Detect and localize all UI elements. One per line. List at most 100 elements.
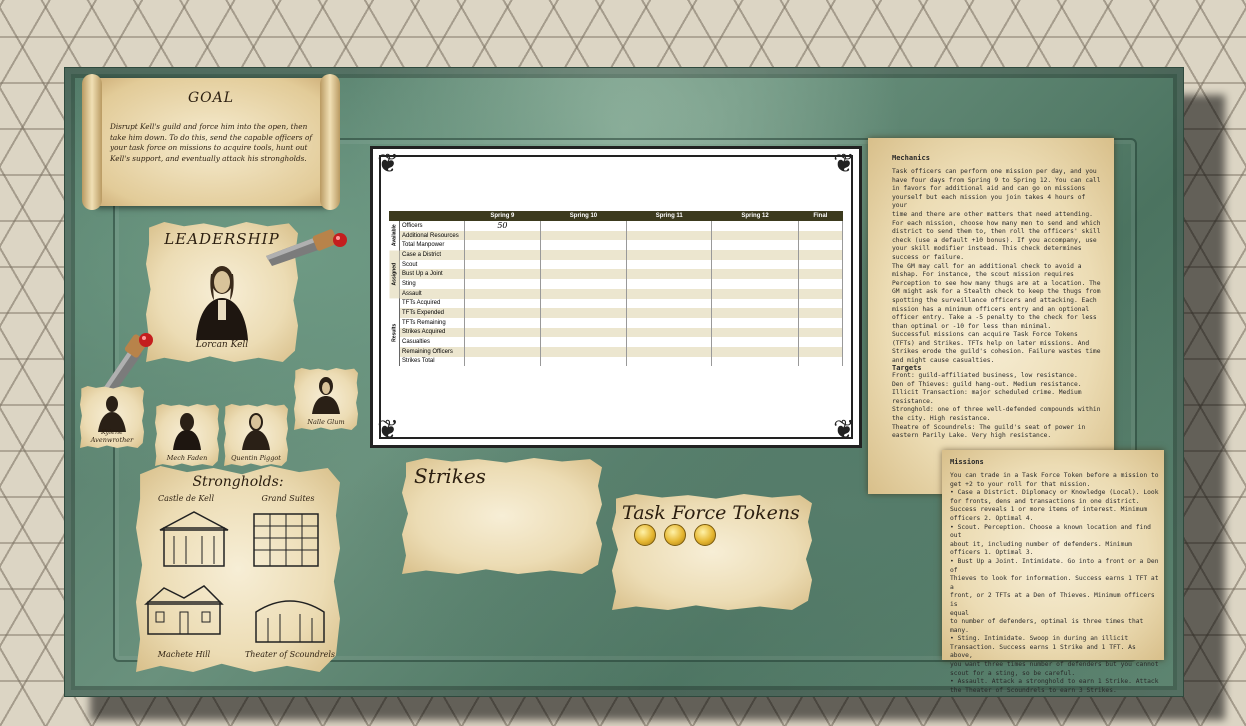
mechanics-sheet[interactable]: Mechanics Task officers can perform one … [868, 138, 1114, 494]
lieutenant-card-4[interactable]: Nalle Glum [294, 368, 358, 430]
tracker-cell[interactable] [464, 279, 541, 289]
tracker-cell[interactable] [798, 308, 844, 318]
tracker-cell[interactable] [798, 250, 844, 260]
tracker-cell[interactable] [711, 279, 799, 289]
tracker-cell[interactable] [798, 221, 844, 231]
tracker-cell[interactable] [540, 230, 628, 241]
grand-suites-building-icon[interactable] [246, 508, 326, 568]
tracker-cell[interactable] [540, 327, 628, 338]
tracker-cell[interactable] [711, 221, 799, 231]
tracker-cell[interactable] [540, 279, 628, 289]
tracker-cell[interactable] [626, 346, 713, 357]
strongholds-card[interactable]: Strongholds: Castle de Kell Grand Suites… [136, 466, 340, 672]
tracker-cell[interactable] [798, 259, 844, 270]
tracker-cell[interactable] [540, 269, 628, 280]
tracker-cell[interactable] [711, 240, 799, 251]
tracker-cell[interactable] [464, 269, 541, 280]
task-force-token-icon[interactable] [694, 524, 716, 546]
machete-hill-building-icon[interactable] [144, 578, 224, 638]
tracker-cell[interactable] [626, 327, 713, 338]
tracker-cell[interactable] [626, 356, 713, 367]
task-force-token-icon[interactable] [634, 524, 656, 546]
targets-title: Targets [892, 364, 922, 372]
tracker-cell[interactable] [711, 327, 799, 338]
tracker-header-row: Spring 9 Spring 10 Spring 11 Spring 12 F… [389, 211, 843, 221]
task-force-token-icon[interactable] [664, 524, 686, 546]
strikes-card[interactable]: Strikes [402, 458, 602, 574]
tracker-cell[interactable] [464, 356, 541, 367]
tracker-cell[interactable] [626, 240, 713, 251]
tracker-cell[interactable] [540, 288, 628, 299]
tracker-cell[interactable] [798, 327, 844, 338]
tracker-cell[interactable] [540, 250, 628, 260]
tracker-cell[interactable] [464, 288, 541, 299]
tracker-cell[interactable] [798, 269, 844, 280]
strongholds-title: Strongholds: [192, 474, 284, 490]
tracker-cell[interactable] [540, 298, 628, 309]
row-label: Additional Resources [399, 230, 465, 241]
tracker-cell[interactable] [464, 240, 541, 251]
tracker-cell[interactable] [540, 356, 628, 367]
tracker-cell[interactable] [540, 308, 628, 318]
goal-scroll[interactable]: GOAL Disrupt Kell's guild and force him … [80, 70, 342, 210]
tracker-cell[interactable] [798, 240, 844, 251]
tracker-cell[interactable] [798, 346, 844, 357]
missions-sheet[interactable]: Missions You can trade in a Task Force T… [942, 450, 1164, 694]
tracker-cell[interactable] [711, 259, 799, 270]
tracker-cell[interactable] [626, 308, 713, 318]
tracker-cell[interactable]: 50 [464, 221, 541, 231]
tracker-cell[interactable] [464, 337, 541, 347]
tracker-row: Assault [389, 288, 844, 299]
tracker-cell[interactable] [626, 288, 713, 299]
tracker-cell[interactable] [711, 230, 799, 241]
tracker-cell[interactable] [626, 337, 713, 347]
tracker-cell[interactable] [711, 288, 799, 299]
tracker-cell[interactable] [626, 317, 713, 328]
row-label: Assault [399, 288, 465, 299]
tracker-cell[interactable] [464, 327, 541, 338]
lieutenant-name: Nalle Glum [307, 418, 345, 426]
lieutenant-card-1[interactable]: Kylene Avenwrother [80, 386, 144, 448]
tracker-cell[interactable] [711, 308, 799, 318]
tracker-cell[interactable] [626, 279, 713, 289]
tracker-cell[interactable] [540, 317, 628, 328]
tracker-cell[interactable] [626, 269, 713, 280]
tracker-cell[interactable] [464, 250, 541, 260]
tracker-cell[interactable] [711, 298, 799, 309]
targets-text: Front: guild-affiliated business, low re… [892, 372, 1101, 440]
tracker-cell[interactable] [711, 356, 799, 367]
tracker-cell[interactable] [798, 356, 844, 367]
tracker-cell[interactable] [626, 230, 713, 241]
tracker-cell[interactable] [464, 308, 541, 318]
tracker-cell[interactable] [626, 298, 713, 309]
tracker-cell[interactable] [798, 298, 844, 309]
tracker-cell[interactable] [540, 259, 628, 270]
tracker-cell[interactable] [464, 230, 541, 241]
castle-building-icon[interactable] [154, 508, 234, 568]
tracker-cell[interactable] [540, 337, 628, 347]
tracker-cell[interactable] [711, 317, 799, 328]
tracker-cell[interactable] [711, 269, 799, 280]
tracker-cell[interactable] [798, 337, 844, 347]
tracker-cell[interactable] [626, 250, 713, 260]
tracker-cell[interactable] [464, 298, 541, 309]
tracker-cell[interactable] [798, 288, 844, 299]
tracker-cell[interactable] [626, 259, 713, 270]
tracker-cell[interactable] [626, 221, 713, 231]
tracker-cell[interactable] [711, 250, 799, 260]
tracker-cell[interactable] [540, 221, 628, 231]
tracker-cell[interactable] [464, 317, 541, 328]
task-force-tokens-card[interactable]: Task Force Tokens [612, 494, 812, 610]
tracker-cell[interactable] [798, 279, 844, 289]
theater-building-icon[interactable] [250, 588, 330, 648]
tracker-cell[interactable] [798, 230, 844, 241]
lieutenant-card-3[interactable]: Quentin Piggot [224, 404, 288, 466]
tracker-cell[interactable] [798, 317, 844, 328]
tracker-cell[interactable] [464, 259, 541, 270]
tracker-cell[interactable] [711, 346, 799, 357]
tracker-cell[interactable] [540, 346, 628, 357]
tracker-cell[interactable] [540, 240, 628, 251]
tracker-cell[interactable] [464, 346, 541, 357]
tracker-cell[interactable] [711, 337, 799, 347]
lieutenant-card-2[interactable]: Mech Faden [155, 404, 219, 466]
